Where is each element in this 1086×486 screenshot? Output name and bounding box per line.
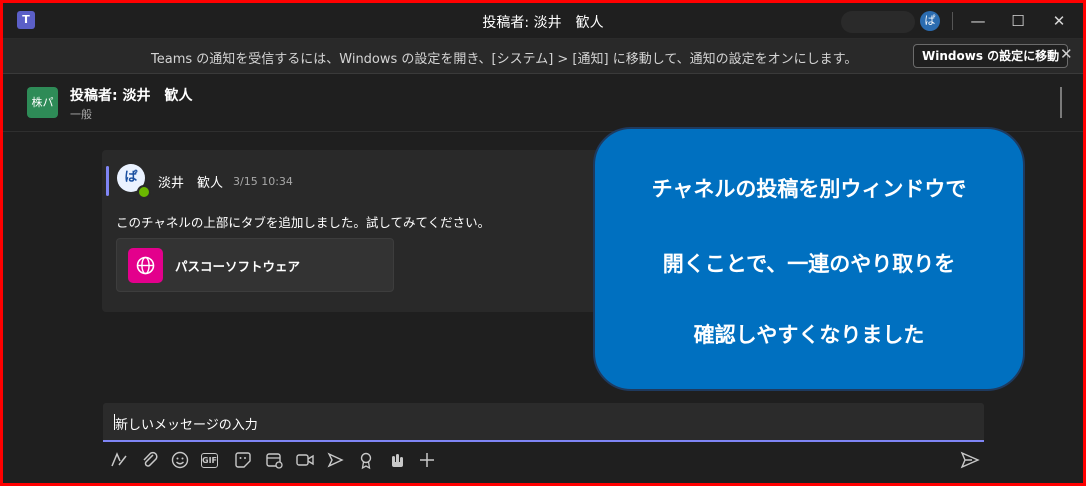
- video-icon[interactable]: [294, 450, 316, 470]
- globe-icon: [128, 248, 163, 283]
- apps-icon[interactable]: [386, 450, 408, 470]
- format-icon[interactable]: [108, 450, 130, 470]
- header-scrollbar[interactable]: [1060, 87, 1062, 118]
- title-bar: T 投稿者: 淡井 歓人 ぱ — ☐ ✕: [3, 3, 1083, 39]
- sticker-icon[interactable]: [232, 450, 254, 470]
- notification-banner: Teams の通知を受信するには、Windows の設定を開き、[システム] >…: [3, 39, 1083, 74]
- team-avatar: 株パ: [27, 87, 58, 118]
- open-windows-settings-button[interactable]: Windows の設定に移動: [913, 44, 1069, 68]
- channel-header: 株パ 投稿者: 淡井 歓人 一般: [3, 74, 1083, 132]
- screenshot-frame: T 投稿者: 淡井 歓人 ぱ — ☐ ✕ Teams の通知を受信するには、Wi…: [0, 0, 1086, 486]
- stream-icon[interactable]: [324, 450, 346, 470]
- post-body: このチャネルの上部にタブを追加しました。試してみてください。: [116, 215, 491, 230]
- post-author[interactable]: 淡井 歓人: [158, 172, 223, 191]
- attach-icon[interactable]: [139, 450, 161, 470]
- tab-card-label: パスコーソフトウェア: [175, 259, 301, 274]
- presence-available-icon: [137, 185, 151, 199]
- close-window-button[interactable]: ✕: [1039, 7, 1079, 35]
- send-icon[interactable]: [959, 450, 981, 470]
- praise-icon[interactable]: [355, 450, 377, 470]
- tab-card[interactable]: パスコーソフトウェア: [116, 238, 394, 292]
- annotation-callout: チャネルの投稿を別ウィンドウで 開くことで、一連のやり取りを 確認しやすくなりま…: [593, 127, 1025, 391]
- post-timestamp: 3/15 10:34: [233, 175, 293, 188]
- post-card: ぱ 淡井 歓人 3/15 10:34 このチャネルの上部にタブを追加しました。試…: [102, 150, 612, 312]
- message-input[interactable]: 新しいメッセージの入力: [115, 414, 258, 433]
- notification-text: Teams の通知を受信するには、Windows の設定を開き、[システム] >…: [151, 52, 858, 67]
- callout-line-2: 開くことで、一連のやり取りを: [662, 252, 956, 276]
- schedule-meeting-icon[interactable]: [263, 450, 285, 470]
- titlebar-divider: [952, 12, 953, 30]
- channel-title: 投稿者: 淡井 歓人: [70, 88, 193, 104]
- post-accent-bar: [106, 166, 109, 196]
- account-avatar[interactable]: ぱ: [920, 11, 940, 31]
- more-options-icon[interactable]: [416, 450, 438, 470]
- gif-icon[interactable]: GIF: [201, 453, 218, 468]
- maximize-button[interactable]: ☐: [998, 7, 1038, 35]
- emoji-icon[interactable]: [169, 450, 191, 470]
- callout-line-1: チャネルの投稿を別ウィンドウで: [651, 177, 967, 201]
- channel-name: 一般: [70, 108, 92, 121]
- callout-line-3: 確認しやすくなりました: [693, 323, 925, 347]
- redacted-account-area: [841, 11, 915, 33]
- compose-box[interactable]: 新しいメッセージの入力: [103, 403, 984, 442]
- minimize-button[interactable]: —: [958, 7, 998, 35]
- close-banner-icon[interactable]: ✕: [1060, 45, 1073, 63]
